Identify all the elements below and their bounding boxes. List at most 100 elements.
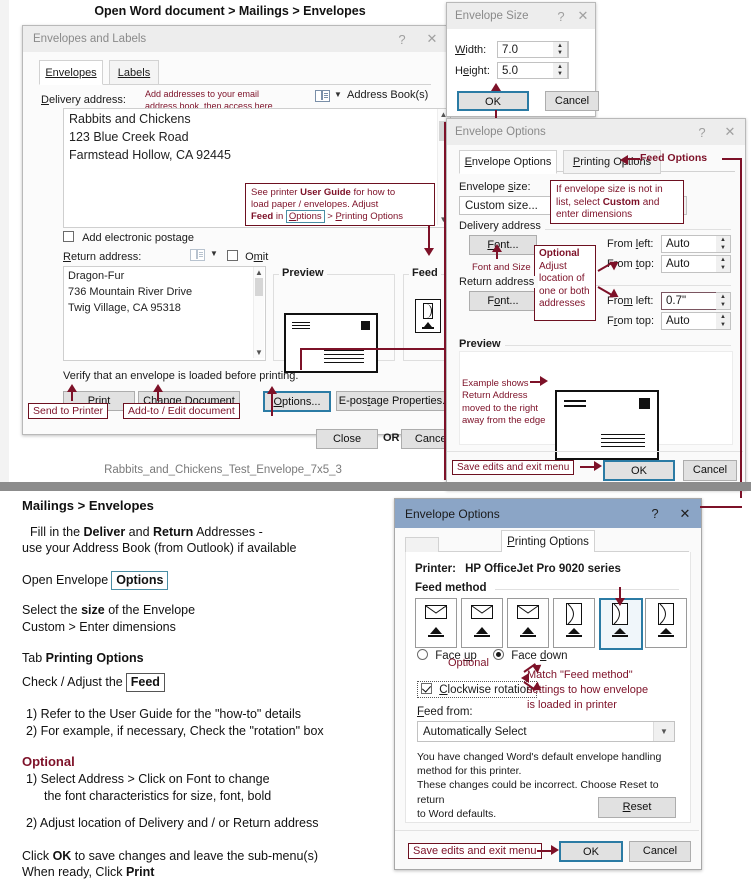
feed-icon-envelope-face-up-left[interactable]	[415, 598, 457, 648]
l1e: Addresses -	[193, 524, 263, 539]
instruction-line-2: use your Address Book (from Outlook) if …	[22, 541, 297, 556]
cancel-button[interactable]: Cancel	[629, 841, 691, 862]
return-address-line-2: 736 Mountain River Drive	[68, 285, 193, 298]
close-button[interactable]: Close	[316, 429, 378, 449]
send-to-printer-annotation: Send to Printer	[28, 403, 109, 419]
instruction-line-10: 1) Select Address > Click on Font to cha…	[26, 771, 270, 786]
feed-icon-envelope-rotated-right[interactable]	[645, 598, 687, 648]
dialog-title: Envelope Size	[455, 10, 529, 22]
tab-labels-label: Labels	[117, 66, 151, 79]
l1c: and	[125, 524, 154, 539]
help-icon[interactable]: ?	[387, 32, 417, 47]
font-and-size-annotation: Font and Size	[472, 262, 531, 273]
feed-from-combo[interactable]: Automatically Select ▼	[417, 721, 675, 742]
instruction-line-11: the font characteristics for size, font,…	[44, 788, 272, 803]
instruction-line-3: Open Envelope Options	[22, 571, 392, 591]
omit-checkbox[interactable]	[227, 250, 238, 261]
electronic-postage-label: Add electronic postage	[82, 232, 194, 244]
return-font-button[interactable]: Font...	[469, 291, 537, 311]
envelope-preview-image	[284, 313, 378, 373]
delivery-address-line-3: Farmstead Hollow, CA 92445	[69, 147, 231, 162]
close-icon[interactable]: ✕	[669, 506, 701, 522]
feed-icon-envelope-rotated-left[interactable]	[553, 598, 595, 648]
return-address-text: Dragon-Fur 736 Mountain River Drive Twig…	[68, 269, 192, 317]
l13c: to save changes and leave the sub-menu(s…	[71, 848, 318, 863]
cancel-button[interactable]: Cancel	[545, 91, 599, 111]
return-address-caret-icon[interactable]: ▼	[210, 249, 218, 258]
l3a: Open Envelope	[22, 573, 109, 588]
l4c: of the Envelope	[104, 603, 196, 618]
ok-button[interactable]: OK	[559, 841, 623, 862]
delivery-from-top-stepper[interactable]: ▲ ▼	[716, 255, 731, 273]
instructions-panel: Mailings > Envelopes Fill in the Deliver…	[22, 497, 392, 881]
close-icon[interactable]: ✕	[417, 31, 447, 47]
epostage-properties-button[interactable]: E-postage Properties...	[336, 391, 454, 411]
dialog-titlebar: Envelope Options ? ✕	[447, 119, 745, 145]
return-address-book-icon[interactable]	[190, 249, 205, 261]
delivery-address-text: Rabbits and Chickens 123 Blue Creek Road…	[69, 111, 231, 164]
address-book-caret-icon[interactable]: ▼	[334, 90, 342, 99]
address-book-icon[interactable]	[315, 90, 330, 102]
face-up-radio[interactable]	[417, 649, 428, 660]
ok-button[interactable]: OK	[603, 460, 675, 481]
feed-icon-envelope-face-up-right[interactable]	[507, 598, 549, 648]
close-icon[interactable]: ✕	[571, 8, 595, 24]
options-keyword: Options	[111, 571, 169, 591]
delivery-font-button[interactable]: Font...	[469, 235, 537, 255]
clockwise-rotation-row[interactable]: Clockwise rotation	[417, 681, 537, 698]
return-from-top-stepper[interactable]: ▲ ▼	[716, 312, 731, 330]
page-title: Open Word document > Mailings > Envelope…	[94, 4, 366, 18]
width-label: Width:	[455, 44, 487, 56]
save-exit-annotation-bottom: Save edits and exit menu	[408, 843, 542, 859]
save-exit-annotation-top: Save edits and exit menu	[452, 460, 575, 475]
feed-method-rule	[495, 589, 679, 590]
tab-envelope-options-partial[interactable]	[405, 537, 439, 553]
electronic-postage-checkbox[interactable]	[63, 231, 74, 242]
optional-heading: Optional	[22, 754, 75, 770]
scroll-thumb[interactable]	[255, 278, 263, 296]
tab-labels[interactable]: Labels	[109, 60, 159, 85]
width-stepper[interactable]: ▲ ▼	[553, 41, 568, 58]
clockwise-rotation-checkbox[interactable]	[421, 683, 432, 694]
close-icon[interactable]: ✕	[715, 124, 745, 140]
optional-annotation-bottom: Optional	[448, 657, 489, 669]
warning-line-1: You have changed Word's default envelope…	[417, 751, 662, 763]
address-book-label: Address Book(s)	[347, 89, 429, 101]
help-icon[interactable]: ?	[689, 125, 715, 140]
scroll-up-icon[interactable]: ▲	[254, 268, 264, 277]
preview-note-line4: away from the edge	[462, 415, 546, 427]
feed-icon-envelope-face-up-center[interactable]	[461, 598, 503, 648]
chevron-down-icon[interactable]: ▼	[653, 722, 674, 741]
reset-button[interactable]: Reset	[598, 797, 676, 818]
feed-icon	[415, 299, 441, 333]
cancel-button[interactable]: Cancel	[683, 460, 737, 481]
tab-envelope-options[interactable]: Envelope Options	[459, 150, 557, 174]
l13a: Click	[22, 848, 53, 863]
omit-row[interactable]: Omit	[227, 250, 268, 263]
or-label: OR	[383, 432, 400, 444]
printer-row: Printer: HP OfficeJet Pro 9020 series	[415, 563, 621, 575]
tab-printing-options[interactable]: Printing Options	[501, 530, 595, 554]
l1b: Deliver	[83, 524, 126, 539]
options-button[interactable]: Options...	[263, 391, 331, 412]
electronic-postage-row[interactable]: Add electronic postage	[63, 231, 194, 244]
height-label: Height:	[455, 65, 490, 77]
preview-group-rule	[505, 345, 731, 346]
return-address-scrollbar[interactable]: ▲ ▼	[253, 267, 264, 358]
return-address-line-1: Dragon-Fur	[68, 270, 125, 282]
face-down-radio[interactable]	[493, 649, 504, 660]
height-stepper[interactable]: ▲ ▼	[553, 62, 568, 79]
tab-envelopes-label: Envelopes	[45, 66, 97, 79]
ok-button[interactable]: OK	[457, 91, 529, 111]
face-down-radio-row[interactable]: Face down	[493, 649, 567, 662]
tab-envelopes[interactable]: Envelopes	[39, 60, 103, 85]
return-from-left-stepper[interactable]: ▲ ▼	[716, 292, 731, 310]
l14a: When ready, Click	[22, 865, 126, 880]
instruction-line-5: Custom > Enter dimensions	[22, 620, 176, 635]
feed-from-label: Feed from:	[417, 706, 473, 718]
delivery-from-left-stepper[interactable]: ▲ ▼	[716, 235, 731, 253]
scroll-down-icon[interactable]: ▼	[254, 348, 264, 357]
help-icon[interactable]: ?	[551, 9, 571, 24]
dialog-title: Envelope Options	[455, 126, 546, 138]
help-icon[interactable]: ?	[641, 506, 669, 521]
